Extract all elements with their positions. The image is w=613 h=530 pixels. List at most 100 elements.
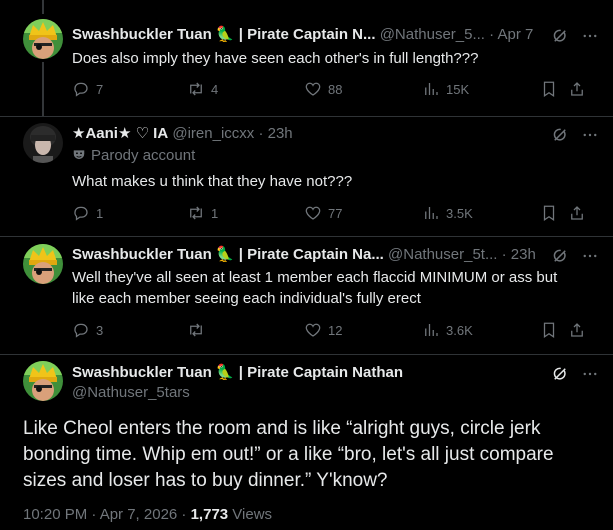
views-icon [422, 80, 440, 98]
reply-count: 3 [96, 322, 104, 338]
reply-post[interactable]: ★Aani★ ♡ IA @iren_iccxx · 23h Parody acc… [0, 117, 613, 237]
like-count: 88 [328, 81, 343, 97]
conversation-thread: Swashbuckler Tuan 🦜 | Pirate Captain N..… [0, 0, 613, 530]
share-icon [568, 80, 586, 98]
post-time[interactable]: · Apr 7 [489, 26, 533, 43]
post-header: ★Aani★ ♡ IA @iren_iccxx · 23h [72, 124, 613, 144]
post-header: Swashbuckler Tuan 🦜 | Pirate Captain Na.… [72, 245, 613, 265]
avatar[interactable] [23, 19, 63, 59]
repost-button[interactable]: 4 [187, 80, 218, 98]
user-handle[interactable]: @iren_iccxx [172, 125, 254, 142]
views-count: 15K [446, 81, 470, 97]
post-time[interactable]: · 23h [258, 125, 292, 142]
like-count: 77 [328, 205, 343, 221]
reply-button[interactable]: 1 [72, 204, 103, 222]
action-bar: 3 12 3.6K [72, 321, 592, 341]
action-bar: 1 1 77 3.5K [72, 204, 592, 224]
user-handle[interactable]: @Nathuser_5tars [72, 384, 190, 401]
bookmark-icon [540, 80, 558, 98]
repost-count: 1 [211, 205, 219, 221]
views-button[interactable]: 3.6K [422, 321, 473, 339]
like-count: 12 [328, 322, 343, 338]
like-icon [304, 321, 322, 339]
more-icon[interactable] [581, 365, 599, 387]
bookmark-button[interactable] [540, 80, 558, 98]
thread-line [42, 62, 44, 116]
post-menu [551, 27, 599, 49]
bookmark-icon [540, 204, 558, 222]
grok-icon[interactable] [551, 27, 569, 49]
reply-button[interactable]: 7 [72, 80, 103, 98]
like-icon [304, 204, 322, 222]
reply-button[interactable]: 3 [72, 321, 103, 339]
reply-icon [72, 204, 90, 222]
parody-label: Parody account [72, 147, 195, 164]
like-icon [304, 80, 322, 98]
reply-post[interactable]: Swashbuckler Tuan 🦜 | Pirate Captain Na.… [0, 237, 613, 355]
repost-icon [187, 321, 205, 339]
post-text: What makes u think that they have not??? [72, 173, 353, 190]
views-button[interactable]: 3.5K [422, 204, 473, 222]
display-name[interactable]: Swashbuckler Tuan 🦜 | Pirate Captain N..… [72, 26, 376, 43]
repost-button[interactable]: 1 [187, 204, 218, 222]
more-icon[interactable] [581, 247, 599, 269]
bookmark-button[interactable] [540, 204, 558, 222]
bookmark-icon [540, 321, 558, 339]
reply-count: 7 [96, 81, 104, 97]
reply-icon [72, 321, 90, 339]
share-button[interactable] [568, 204, 586, 222]
like-button[interactable]: 12 [304, 321, 342, 339]
avatar[interactable] [23, 361, 63, 401]
views-icon [422, 204, 440, 222]
user-handle[interactable]: @Nathuser_5... [380, 26, 485, 43]
avatar[interactable] [23, 244, 63, 284]
views-count: 3.6K [446, 322, 473, 338]
share-icon [568, 204, 586, 222]
display-name[interactable]: Swashbuckler Tuan 🦜 | Pirate Captain Na.… [72, 246, 384, 263]
post-text: Does also imply they have seen each othe… [72, 50, 479, 67]
repost-icon [187, 80, 205, 98]
grok-icon[interactable] [551, 126, 569, 148]
views-count: 3.5K [446, 205, 473, 221]
thread-line [42, 0, 44, 14]
more-icon[interactable] [581, 27, 599, 49]
repost-icon [187, 204, 205, 222]
repost-count: 4 [211, 81, 219, 97]
views-icon [422, 321, 440, 339]
reply-count: 1 [96, 205, 104, 221]
more-icon[interactable] [581, 126, 599, 148]
reply-post[interactable]: Swashbuckler Tuan 🦜 | Pirate Captain N..… [0, 0, 613, 116]
focused-post: Swashbuckler Tuan 🦜 | Pirate Captain Nat… [0, 355, 613, 530]
post-header: Swashbuckler Tuan 🦜 | Pirate Captain Nat… [72, 363, 613, 383]
display-name[interactable]: ★Aani★ ♡ IA [72, 125, 168, 142]
grok-icon[interactable] [551, 365, 569, 387]
share-button[interactable] [568, 321, 586, 339]
like-button[interactable]: 77 [304, 204, 342, 222]
like-button[interactable]: 88 [304, 80, 342, 98]
post-menu [551, 365, 599, 387]
avatar[interactable] [23, 123, 63, 163]
parody-mask-icon [72, 148, 86, 162]
views-label: Views [228, 506, 273, 523]
post-menu [551, 126, 599, 148]
display-name[interactable]: Swashbuckler Tuan 🦜 | Pirate Captain Nat… [72, 364, 403, 381]
post-timestamp-row: 10:20 PM · Apr 7, 2026 · 1,773 Views [23, 506, 272, 523]
views-button[interactable]: 15K [422, 80, 469, 98]
post-text: Well they've all seen at least 1 member … [72, 269, 558, 307]
views-count: 1,773 [190, 506, 229, 523]
share-button[interactable] [568, 80, 586, 98]
action-bar: 7 4 88 15K [72, 80, 592, 100]
post-handle-row: @Nathuser_5tars [72, 384, 613, 404]
post-menu [551, 247, 599, 269]
post-text: Like Cheol enters the room and is like “… [23, 418, 554, 491]
repost-button[interactable] [187, 321, 211, 339]
post-time[interactable]: · 23h [502, 246, 536, 263]
grok-icon[interactable] [551, 247, 569, 269]
parody-text: Parody account [91, 147, 196, 164]
user-handle[interactable]: @Nathuser_5t... [388, 246, 497, 263]
bookmark-button[interactable] [540, 321, 558, 339]
post-timestamp[interactable]: 10:20 PM · Apr 7, 2026 · [23, 506, 191, 523]
share-icon [568, 321, 586, 339]
post-header: Swashbuckler Tuan 🦜 | Pirate Captain N..… [72, 25, 613, 45]
reply-icon [72, 80, 90, 98]
